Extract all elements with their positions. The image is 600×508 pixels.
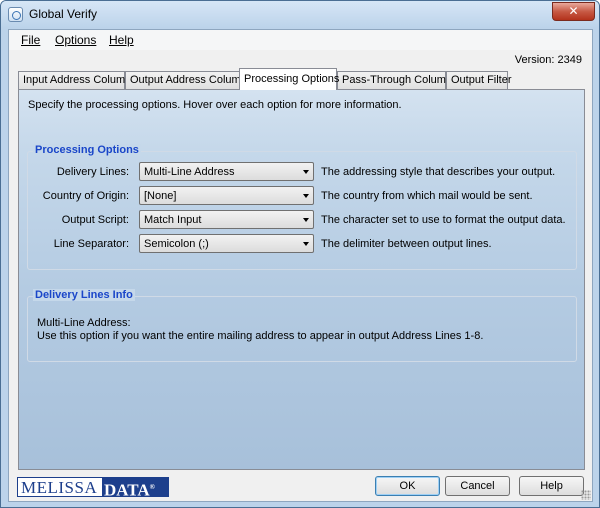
global-verify-window: Global Verify ✕ File Options Help Versio…: [0, 0, 600, 508]
delivery-lines-label: Delivery Lines:: [56, 166, 129, 178]
chevron-down-icon: [303, 170, 309, 174]
dialog-client-area: File Options Help Version: 2349 Input Ad…: [8, 29, 593, 502]
country-of-origin-description: The country from which mail would be sen…: [321, 190, 533, 202]
chevron-down-icon: [303, 194, 309, 198]
registered-mark: ®: [149, 483, 155, 491]
delivery-lines-description: The addressing style that describes your…: [321, 166, 556, 178]
tab-processing-options[interactable]: Processing Options: [239, 68, 339, 90]
delivery-lines-info-group: Delivery Lines Info Multi-Line Address: …: [27, 289, 577, 362]
app-icon: [8, 7, 23, 22]
processing-options-panel: Specify the processing options. Hover ov…: [18, 89, 585, 470]
line-separator-value: Semicolon (;): [144, 238, 209, 250]
help-button[interactable]: Help: [519, 476, 584, 496]
output-script-value: Match Input: [144, 214, 202, 226]
dialog-footer: MELISSA DATA® OK Cancel Help: [9, 470, 592, 501]
tab-output-address-columns[interactable]: Output Address Columns: [125, 71, 252, 89]
line-separator-row: Line Separator: Semicolon (;) The delimi…: [28, 234, 576, 254]
delivery-lines-select[interactable]: Multi-Line Address: [139, 162, 314, 181]
menu-options[interactable]: Options: [55, 33, 96, 47]
menu-bar: File Options Help: [9, 30, 592, 50]
menu-file-label: File: [21, 33, 41, 47]
title-bar[interactable]: Global Verify ✕: [1, 1, 599, 28]
line-separator-description: The delimiter between output lines.: [321, 238, 492, 250]
melissa-data-logo: MELISSA DATA®: [17, 477, 169, 500]
delivery-lines-info-legend: Delivery Lines Info: [33, 289, 135, 301]
menu-help-label: Help: [109, 33, 134, 47]
window-title: Global Verify: [29, 7, 98, 21]
output-script-row: Output Script: Match Input The character…: [28, 210, 576, 230]
output-script-select[interactable]: Match Input: [139, 210, 314, 229]
logo-data-word: DATA: [104, 480, 150, 500]
output-script-label: Output Script:: [61, 214, 129, 226]
menu-help[interactable]: Help: [109, 33, 134, 47]
ok-button[interactable]: OK: [375, 476, 440, 496]
processing-options-legend: Processing Options: [33, 144, 141, 156]
version-label: Version: 2349: [514, 54, 582, 66]
chevron-down-icon: [303, 242, 309, 246]
country-of-origin-row: Country of Origin: [None] The country fr…: [28, 186, 576, 206]
menu-file[interactable]: File: [21, 33, 40, 47]
tab-output-filter[interactable]: Output Filter: [446, 71, 512, 89]
intro-text: Specify the processing options. Hover ov…: [28, 99, 402, 111]
info-line-2: Use this option if you want the entire m…: [37, 330, 484, 342]
cancel-button[interactable]: Cancel: [445, 476, 510, 496]
delivery-lines-info-text: Multi-Line Address: Use this option if y…: [37, 317, 483, 343]
country-of-origin-select[interactable]: [None]: [139, 186, 314, 205]
output-script-description: The character set to use to format the o…: [321, 214, 566, 226]
close-icon: ✕: [568, 4, 579, 18]
country-of-origin-value: [None]: [144, 190, 177, 202]
resize-grip-icon[interactable]: [581, 490, 591, 500]
logo-data-text: DATA®: [102, 478, 168, 500]
line-separator-label: Line Separator:: [53, 238, 129, 250]
processing-options-group: Processing Options Delivery Lines: Multi…: [27, 144, 577, 270]
country-of-origin-label: Country of Origin:: [42, 190, 129, 202]
tab-pass-through-columns[interactable]: Pass-Through Columns: [337, 71, 458, 89]
close-button[interactable]: ✕: [552, 2, 595, 21]
delivery-lines-value: Multi-Line Address: [144, 166, 235, 178]
chevron-down-icon: [303, 218, 309, 222]
info-line-1: Multi-Line Address:: [37, 317, 131, 329]
tab-input-address-columns[interactable]: Input Address Columns: [18, 71, 137, 89]
line-separator-select[interactable]: Semicolon (;): [139, 234, 314, 253]
logo-melissa-text: MELISSA: [21, 478, 98, 497]
delivery-lines-row: Delivery Lines: Multi-Line Address The a…: [28, 162, 576, 182]
menu-options-label: Options: [55, 33, 97, 47]
